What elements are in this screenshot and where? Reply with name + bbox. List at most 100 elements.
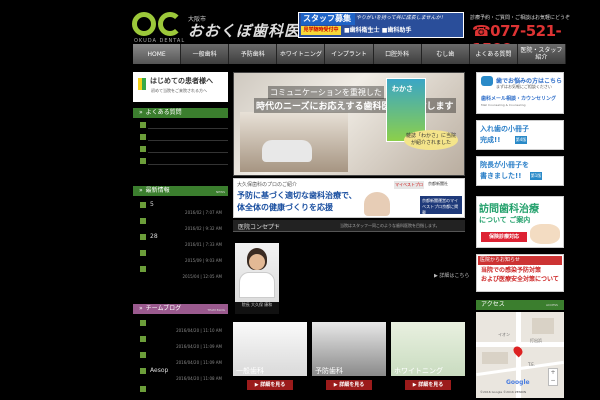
google-logo: Google	[506, 379, 530, 386]
mail-counseling-link[interactable]: 歯科メール相談・カウンセリング	[481, 95, 556, 102]
tile-preventive-button[interactable]: ▶ 詳細を見る	[326, 380, 372, 390]
concept-title-en: Concept	[267, 223, 280, 227]
denture-booklet-edition: 第4版	[515, 136, 527, 144]
recruit-tag: 見学随時受付中	[301, 26, 341, 35]
blog-bullet-icon	[140, 368, 146, 374]
faq-bullet-icon	[140, 134, 146, 140]
clinic-name[interactable]: おおくぼ歯科医院	[188, 20, 316, 41]
news-heading: 最新情報NEWS	[133, 186, 228, 196]
speech-bubble-icon	[481, 76, 493, 86]
nav-oral-surgery[interactable]: 口腔外科	[373, 44, 422, 64]
news-bullet-icon	[140, 202, 146, 208]
notice-heading: 医院からお知らせ	[478, 256, 562, 265]
blog-bullet-icon	[140, 320, 146, 326]
map-copyright: ©2016 Google ©2016 ZENRIN	[480, 390, 527, 394]
nav-faq[interactable]: よくある質問	[469, 44, 518, 64]
faq-item[interactable]	[148, 140, 228, 141]
blog-bullet-icon	[140, 386, 146, 392]
blog-heading-en: TEAM BLOG	[207, 308, 225, 312]
news-bullet-icon	[140, 218, 146, 224]
logo-c-mark	[158, 12, 182, 36]
denture-booklet-title: 入れ歯の小冊子	[480, 125, 529, 133]
map-block	[482, 352, 508, 364]
home-visit-illustration	[530, 224, 560, 244]
consultation-sub: まずはお気軽にご相談ください	[496, 84, 552, 89]
concept-note: 当院はスタッフ一同このような歯科医院を目指します。	[340, 223, 440, 228]
main-nav: HOME 一般歯科 予防歯科 ホワイトニング インプラント 口腔外科 むし歯 よ…	[133, 44, 566, 64]
map-label: 打出浜	[530, 338, 542, 343]
first-visit-title: はじめての患者様へ	[150, 77, 213, 85]
map-block	[532, 318, 554, 334]
recruit-jobs: ■歯科衛生士 ■歯科助手	[344, 27, 412, 34]
magazine-title: わかさ	[392, 85, 413, 93]
nav-preventive[interactable]: 予防歯科	[229, 44, 278, 64]
blog-date: 2016/04/20 | 11:09 AM	[176, 344, 222, 349]
blog-heading: チームブログTEAM BLOG	[133, 304, 228, 314]
director-face	[249, 254, 265, 270]
blog-bullet-icon	[140, 336, 146, 342]
nav-cavities[interactable]: むし歯	[421, 44, 470, 64]
home-visit-title: 訪問歯科治療	[479, 204, 539, 215]
blog-date: 2016/04/20 | 11:10 AM	[176, 328, 222, 333]
concept-more-link[interactable]: ▶ 詳細はこちら	[434, 272, 469, 279]
tile-whitening-button[interactable]: ▶ 詳細を見る	[405, 380, 451, 390]
first-visit-sub: 初めて当院をご来院される方へ	[151, 88, 207, 93]
tile-whitening-label: ホワイトニング	[394, 367, 443, 375]
faq-item[interactable]	[148, 152, 228, 153]
insurance-badge: 保険診療対応	[481, 232, 527, 242]
banner-side-note: 京都新聞運営のマイベストプロ京都に掲載	[420, 196, 462, 215]
faq-item[interactable]	[148, 128, 228, 129]
faq-item[interactable]	[148, 164, 228, 165]
blog-bullet-icon	[140, 352, 146, 358]
nav-general-dentistry[interactable]: 一般歯科	[181, 44, 230, 64]
blog-item[interactable]: Aesop	[150, 367, 168, 374]
news-bullet-icon	[140, 266, 146, 272]
mybestpro-logo: マイベストプロ	[394, 181, 424, 189]
map-label: T.E.	[528, 362, 536, 367]
map-label: イオン	[498, 332, 510, 337]
director-booklet-sub: 書きました!!	[480, 172, 522, 180]
nav-staff[interactable]: 医院・スタッフ紹介	[517, 44, 566, 64]
banner-person-image	[364, 192, 390, 216]
blog-date: 2016/04/20 | 11:09 AM	[176, 360, 222, 365]
news-bullet-icon	[140, 250, 146, 256]
tel-note: 診療予約・ご質問・ご相談はお気軽にどうぞ	[470, 15, 571, 21]
news-date: 2016/02 | 9:32 AM	[185, 226, 222, 231]
news-bullet-icon	[140, 234, 146, 240]
nav-whitening[interactable]: ホワイトニング	[277, 44, 326, 64]
notice-line-2: および医療安全対策について	[481, 276, 559, 283]
news-item[interactable]: 28	[150, 233, 158, 240]
magazine-badge: 雑誌「わかさ」に当院が紹介されました	[404, 130, 458, 150]
nav-implant[interactable]: インプラント	[325, 44, 374, 64]
news-date: 2015/09 | 9:03 AM	[185, 258, 222, 263]
faq-bullet-icon	[140, 146, 146, 152]
recruit-title: スタッフ募集	[301, 13, 355, 25]
faq-bullet-icon	[140, 122, 146, 128]
denture-booklet-sub: 完成!!	[480, 136, 501, 144]
faq-bullet-icon	[140, 158, 146, 164]
notice-line-1: 当院での感染予防対策	[481, 267, 542, 274]
home-visit-sub: について ご案内	[479, 216, 531, 224]
news-item[interactable]: 5	[150, 201, 154, 208]
news-heading-en: NEWS	[215, 190, 225, 194]
news-date: 2016/02 | 7:07 AM	[185, 210, 222, 215]
news-date: 2016/01 | 7:33 AM	[185, 242, 222, 247]
banner-tag: 大久保歯科のプロのご紹介	[237, 182, 298, 188]
director-booklet-edition: 第1版	[530, 172, 542, 180]
logo-o-mark	[132, 12, 156, 36]
nav-home[interactable]: HOME	[133, 44, 182, 64]
tile-preventive-label: 予防歯科	[315, 367, 343, 375]
banner-headline-1: 予防に基づく適切な歯科治療で、	[237, 191, 357, 200]
director-name: 院長 大久保 康和	[235, 302, 279, 314]
newspaper-logo: 京都新聞社	[428, 181, 448, 186]
access-heading-en: ACCESS	[546, 303, 558, 307]
news-date: 2015/04 | 12:05 AM	[182, 274, 223, 279]
banner-headline-2: 体全体の健康づくりを応援	[237, 203, 333, 212]
faq-heading: よくある質問	[133, 108, 228, 118]
director-booklet-title: 院長が小冊子を	[480, 161, 529, 169]
tile-general-button[interactable]: ▶ 詳細を見る	[247, 380, 293, 390]
director-coat	[239, 272, 275, 298]
map-zoom-control[interactable]: + −	[548, 368, 558, 386]
dental-chair-image	[262, 140, 312, 162]
recruit-copy: やりがいを持って共に成長しませんか！	[356, 15, 446, 21]
